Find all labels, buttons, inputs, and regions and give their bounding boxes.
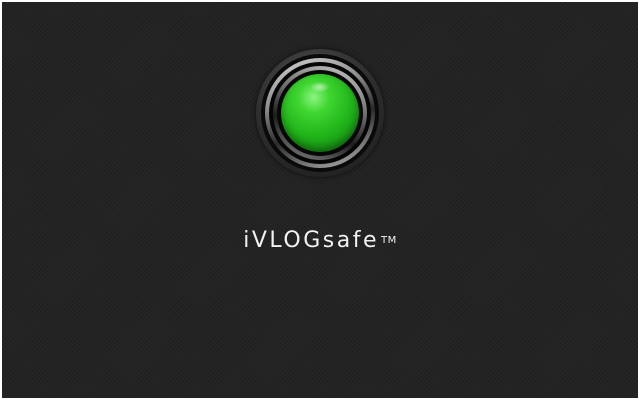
status-light-glint	[311, 82, 329, 92]
green-status-light-icon	[256, 49, 384, 177]
status-light-lamp	[281, 74, 359, 152]
brand-name: iVLOGsafe	[243, 228, 379, 253]
trademark-symbol: TM	[380, 235, 397, 246]
brand-wordmark: iVLOGsafe TM	[2, 228, 638, 253]
splash-screen: iVLOGsafe TM	[2, 2, 638, 398]
